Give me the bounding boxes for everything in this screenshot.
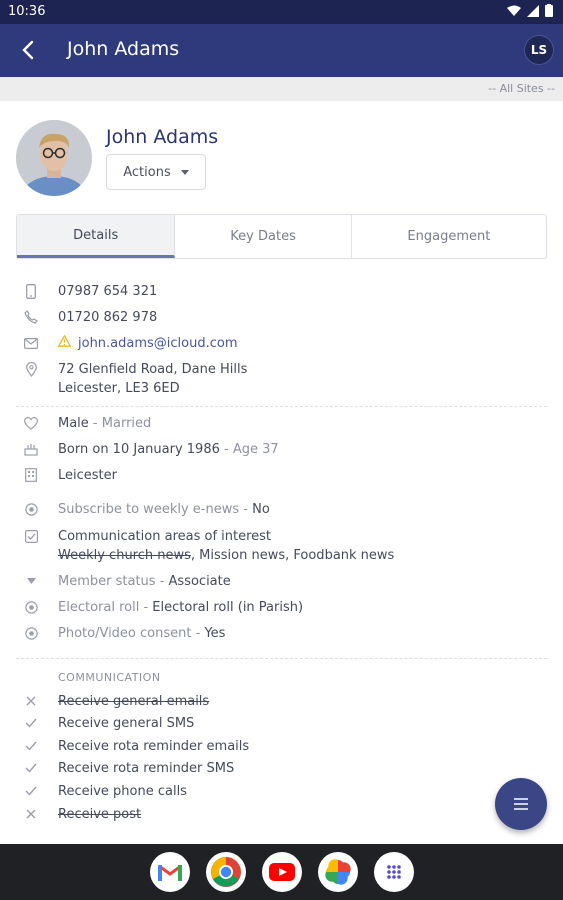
comm-label: Receive phone calls (58, 784, 187, 799)
arrow-back-icon (22, 40, 34, 60)
wifi-icon (507, 5, 521, 16)
menu-icon (514, 798, 528, 810)
menu-fab[interactable] (495, 778, 547, 830)
enews-value: No (252, 502, 270, 517)
app-drawer-icon[interactable] (373, 852, 414, 892)
actions-button[interactable]: Actions (106, 154, 206, 190)
member-status-field: Member status - Associate (58, 572, 231, 591)
cake-icon (23, 441, 39, 457)
radio-icon (23, 625, 39, 641)
tab-key-dates[interactable]: Key Dates (175, 215, 352, 258)
email-icon (23, 335, 39, 351)
gmail-icon[interactable] (149, 852, 190, 892)
photo-consent-field: Photo/Video consent - Yes (58, 624, 225, 643)
tab-details[interactable]: Details (17, 215, 176, 258)
heart-icon (23, 415, 39, 431)
android-nav-bar (0, 844, 563, 900)
age-separator: - (219, 442, 233, 457)
enews-field: Subscribe to weekly e-news - No (58, 500, 270, 519)
member-status-label: Member status (58, 574, 156, 589)
status-icons (507, 4, 553, 17)
app-bar: John Adams LS (0, 24, 563, 77)
birth-age: Born on 10 January 1986 - Age 37 (58, 440, 279, 459)
phone-icon (23, 309, 39, 325)
interests-label: Communication areas of interest (58, 529, 272, 544)
electoral-roll-field: Electoral roll - Electoral roll (in Pari… (58, 598, 303, 617)
check-icon (23, 738, 39, 754)
back-button[interactable] (14, 36, 42, 64)
mobile-number[interactable]: 07987 654 321 (58, 282, 157, 301)
person-photo-icon (16, 120, 92, 196)
comm-label: Receive rota reminder SMS (58, 761, 235, 776)
marital-value: Married (101, 416, 152, 431)
chrome-icon[interactable] (205, 852, 246, 892)
email-address[interactable]: john.adams@icloud.com (78, 334, 238, 353)
cross-icon (23, 806, 39, 822)
section-divider (16, 658, 547, 659)
birth-date: Born on 10 January 1986 (58, 442, 220, 457)
site-name: Leicester (58, 468, 117, 483)
age-value: Age 37 (232, 442, 279, 457)
electoral-value: Electoral roll (in Parish) (152, 600, 304, 615)
caret-down-icon (180, 169, 189, 175)
profile-photo (16, 120, 92, 196)
address-line2[interactable]: Leicester, LE3 6ED (58, 379, 180, 398)
comm-label: Receive general SMS (58, 716, 195, 731)
member-status-value: Associate (168, 574, 231, 589)
communication-header: COMMUNICATION (58, 671, 161, 684)
section-divider (16, 406, 547, 407)
location-pin-icon (23, 361, 39, 377)
sites-filter-bar: -- All Sites -- (0, 77, 563, 101)
comm-label: Receive post (58, 807, 142, 822)
enews-separator: - (239, 502, 253, 517)
email-warning-icon (57, 334, 72, 353)
check-icon (23, 760, 39, 776)
comm-label: Receive rota reminder emails (58, 739, 250, 754)
interest-struck: Weekly church news (58, 548, 191, 563)
enews-label: Subscribe to weekly e-news (58, 502, 240, 517)
marital-separator: - (88, 416, 102, 431)
youtube-icon[interactable] (261, 852, 302, 892)
photo-consent-label: Photo/Video consent (58, 626, 192, 641)
address-line1[interactable]: 72 Glenfield Road, Dane Hills (58, 360, 247, 379)
interest-rest: , Mission news, Foodbank news (190, 548, 395, 563)
check-icon (23, 715, 39, 731)
page-title: John Adams (67, 38, 180, 60)
status-time: 10:36 (8, 4, 46, 19)
checkbox-icon (23, 528, 39, 544)
cellular-icon (527, 4, 539, 17)
electoral-label: Electoral roll (58, 600, 140, 615)
status-bar: 10:36 (0, 0, 563, 24)
tab-engagement[interactable]: Engagement (352, 215, 546, 258)
mobile-phone-icon (23, 283, 39, 299)
gender-marital: Male - Married (58, 414, 151, 433)
cross-icon (23, 693, 39, 709)
interests-values: Weekly church news, Mission news, Foodba… (58, 546, 394, 565)
photo-separator: - (191, 626, 205, 641)
building-icon (23, 467, 39, 483)
profile-name: John Adams (106, 126, 219, 148)
electoral-separator: - (139, 600, 153, 615)
profile-tabs: Details Key Dates Engagement (16, 214, 547, 259)
actions-label: Actions (123, 164, 171, 180)
radio-icon (23, 501, 39, 517)
sites-filter[interactable]: -- All Sites -- (488, 82, 555, 95)
comm-label: Receive general emails (58, 694, 210, 709)
member-separator: - (155, 574, 169, 589)
check-icon (23, 783, 39, 799)
user-avatar[interactable]: LS (524, 35, 554, 65)
phone-number[interactable]: 01720 862 978 (58, 308, 157, 327)
caret-down-icon (23, 573, 39, 589)
photos-icon[interactable] (317, 852, 358, 892)
battery-icon (545, 4, 553, 17)
gender-value: Male (58, 416, 89, 431)
photo-consent-value: Yes (204, 626, 226, 641)
radio-icon (23, 599, 39, 615)
